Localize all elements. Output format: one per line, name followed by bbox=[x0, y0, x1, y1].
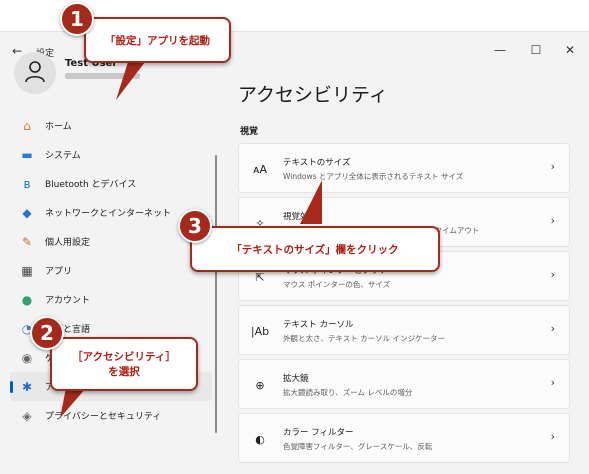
step-2-line-1: ［アクセシビリティ］ bbox=[72, 351, 176, 363]
callout-2-pointer bbox=[60, 388, 86, 418]
step-1-callout: 「設定」アプリを起動 bbox=[84, 17, 231, 63]
step-2-badge: 2 bbox=[30, 316, 64, 350]
step-2-line-2: を選択 bbox=[108, 366, 140, 378]
step-2-callout: ［アクセシビリティ］ を選択 bbox=[50, 337, 198, 391]
callout-3-pointer bbox=[300, 180, 322, 224]
callout-1-pointer bbox=[116, 62, 145, 100]
step-3-callout: 「テキストのサイズ」欄をクリック bbox=[190, 226, 440, 272]
step-1-badge: 1 bbox=[60, 2, 94, 36]
step-3-badge: 3 bbox=[178, 209, 212, 243]
